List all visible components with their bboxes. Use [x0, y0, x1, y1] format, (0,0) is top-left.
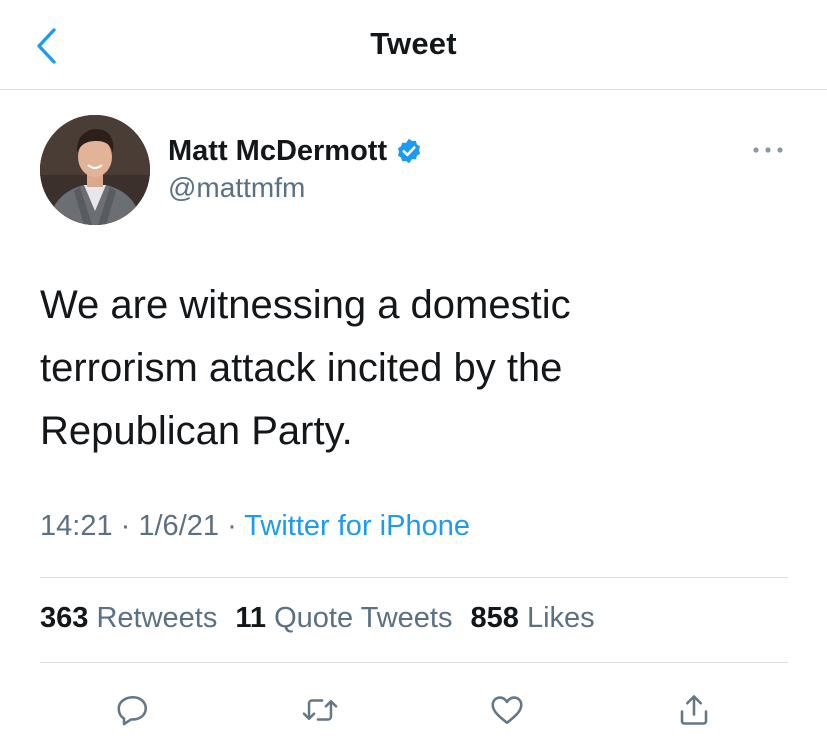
tweet-detail-screen: Tweet Matt McDermott @mattmfm We are wit…	[0, 0, 827, 755]
quote-tweets-stat[interactable]: 11 Quote Tweets	[235, 602, 452, 635]
navigation-header: Tweet	[0, 0, 827, 90]
heart-icon	[488, 692, 526, 728]
quote-tweets-label: Quote Tweets	[274, 602, 453, 634]
divider	[40, 577, 788, 578]
tweet-metadata: 14:21 · 1/6/21 · Twitter for iPhone	[40, 510, 470, 543]
page-title: Tweet	[370, 26, 457, 61]
engagement-stats: 363 Retweets 11 Quote Tweets 858 Likes	[40, 602, 613, 635]
speech-bubble-icon	[115, 692, 151, 728]
verified-badge-icon	[395, 137, 423, 165]
meta-separator: ·	[120, 510, 131, 542]
more-dots-icon	[752, 146, 784, 154]
likes-stat[interactable]: 858 Likes	[470, 602, 594, 635]
more-options-button[interactable]	[748, 138, 788, 162]
retweets-count: 363	[40, 602, 89, 634]
meta-separator: ·	[227, 510, 237, 542]
author-handle[interactable]: @mattmfm	[168, 172, 305, 204]
tweet-source-link[interactable]: Twitter for iPhone	[244, 510, 470, 542]
like-button[interactable]	[485, 688, 529, 732]
share-button[interactable]	[672, 688, 716, 732]
tweet-date: 1/6/21	[138, 510, 220, 542]
likes-label: Likes	[526, 602, 595, 634]
avatar[interactable]	[40, 115, 150, 225]
author-name[interactable]: Matt McDermott	[168, 135, 387, 168]
retweets-stat[interactable]: 363 Retweets	[40, 602, 217, 635]
divider	[40, 662, 788, 663]
quote-tweets-count: 11	[235, 602, 267, 634]
likes-count: 858	[470, 602, 519, 634]
retweets-label: Retweets	[96, 602, 218, 634]
author-name-row: Matt McDermott	[168, 131, 423, 171]
retweet-icon	[301, 692, 339, 728]
retweet-button[interactable]	[298, 688, 342, 732]
tweet-text: We are witnessing a domestic terrorism a…	[40, 283, 571, 453]
tweet-time: 14:21	[40, 510, 113, 542]
share-icon	[676, 692, 712, 728]
reply-button[interactable]	[111, 688, 155, 732]
